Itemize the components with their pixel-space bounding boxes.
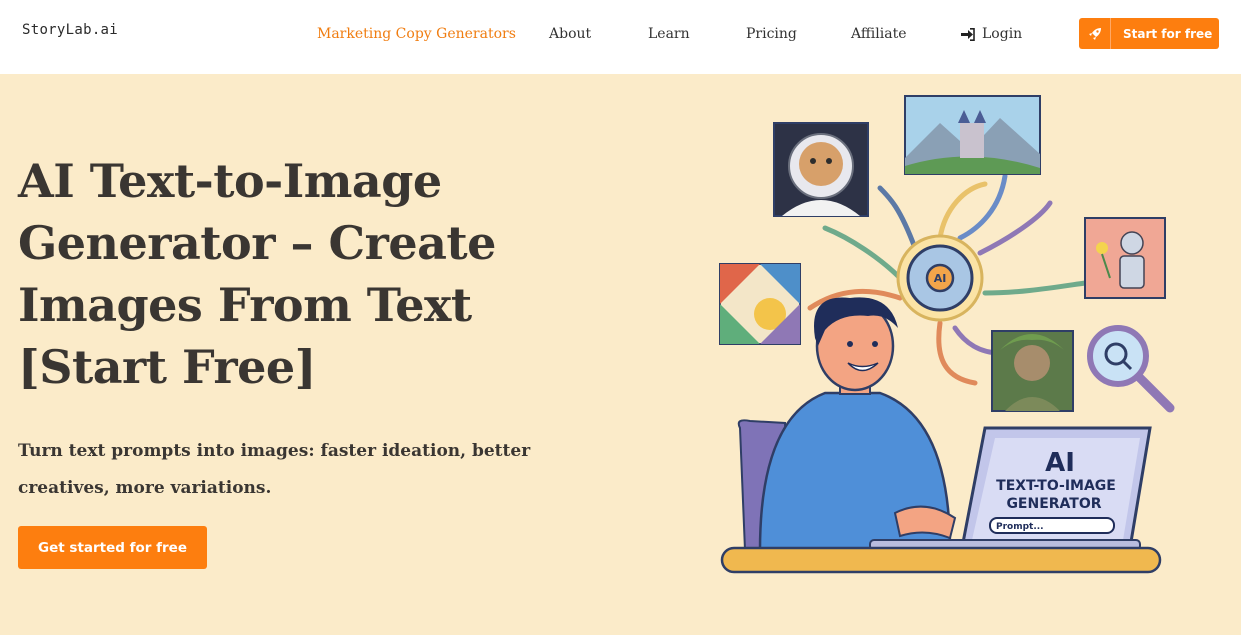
- svg-text:Prompt...: Prompt...: [996, 522, 1044, 532]
- start-for-free-label: Start for free: [1123, 26, 1213, 41]
- get-started-button[interactable]: Get started for free: [18, 526, 207, 569]
- ai-brain-icon: AI: [896, 234, 984, 322]
- rocket-icon: [1079, 18, 1111, 49]
- robot-with-flower-image: [1084, 217, 1166, 299]
- magnifying-glass-icon: [1087, 325, 1175, 413]
- leafy-woman-portrait-image: [991, 330, 1074, 412]
- svg-text:AI: AI: [934, 272, 947, 285]
- nav-marketing-copy-generators[interactable]: Marketing Copy Generators: [317, 26, 516, 42]
- nav-affiliate[interactable]: Affiliate: [851, 26, 907, 42]
- nav-about[interactable]: About: [549, 26, 591, 42]
- hero-subtitle: Turn text prompts into images: faster id…: [18, 441, 531, 498]
- nav-learn[interactable]: Learn: [648, 26, 690, 42]
- site-header: StoryLab.ai Marketing Copy Generators Ab…: [0, 0, 1241, 74]
- hero-illustration: AI AI TEXT-TO-IMAGE GENERATOR Prompt...: [700, 88, 1190, 588]
- svg-text:AI: AI: [1045, 448, 1075, 478]
- nav-pricing[interactable]: Pricing: [746, 26, 797, 42]
- svg-text:TEXT-TO-IMAGE: TEXT-TO-IMAGE: [996, 478, 1116, 494]
- hero-title: AI Text-to-Image Generator – Create Imag…: [18, 154, 496, 394]
- desk-illustration: [720, 546, 1162, 574]
- site-logo[interactable]: StoryLab.ai: [22, 22, 118, 38]
- login-icon: [961, 27, 975, 41]
- login-label: Login: [982, 26, 1023, 42]
- astronaut-cat-image: [773, 122, 869, 217]
- start-for-free-button[interactable]: Start for free: [1079, 18, 1219, 49]
- login-link[interactable]: Login: [961, 26, 1022, 42]
- castle-landscape-image: [904, 95, 1041, 175]
- abstract-art-image: [719, 263, 801, 345]
- svg-text:GENERATOR: GENERATOR: [1006, 496, 1101, 512]
